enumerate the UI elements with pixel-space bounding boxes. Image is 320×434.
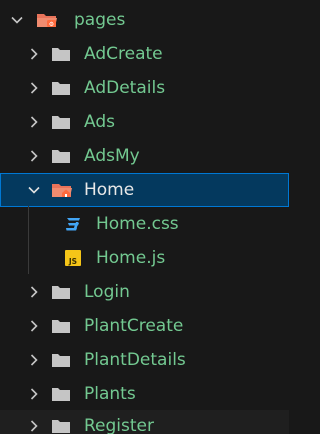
tree-item-label: Home.js — [96, 248, 166, 268]
folder-icon — [52, 116, 70, 129]
folder-home-open-icon — [52, 184, 72, 197]
folder-src-open-icon: ⚙ — [37, 14, 57, 28]
tree-item-ads[interactable]: Ads — [0, 105, 289, 139]
tree-item-label: Login — [84, 282, 130, 302]
tree-item-label: Home.css — [96, 214, 179, 234]
tree-item-plantcreate[interactable]: PlantCreate — [0, 309, 289, 343]
tree-item-label: AdCreate — [84, 44, 163, 64]
chevron-right-icon[interactable] — [26, 46, 42, 62]
folder-icon — [52, 82, 70, 95]
tree-item-home-css[interactable]: Home.css — [0, 207, 289, 241]
js-file-icon: JS — [65, 250, 81, 266]
tree-item-label: Ads — [84, 112, 115, 132]
tree-item-label: AdsMy — [84, 146, 140, 166]
tree-item-pages[interactable]: ⚙ pages — [0, 3, 289, 37]
chevron-right-icon[interactable] — [26, 80, 42, 96]
css-file-icon — [66, 218, 80, 231]
chevron-right-icon[interactable] — [26, 114, 42, 130]
js-icon-text: JS — [68, 257, 77, 266]
folder-icon — [52, 286, 70, 299]
chevron-right-icon[interactable] — [26, 284, 42, 300]
tree-item-label: AdDetails — [84, 78, 166, 98]
tree-item-adcreate[interactable]: AdCreate — [0, 37, 289, 71]
folder-icon — [52, 420, 70, 433]
tree-item-addetails[interactable]: AdDetails — [0, 71, 289, 105]
chevron-right-icon[interactable] — [26, 418, 42, 434]
tree-item-label: Home — [84, 180, 135, 200]
chevron-right-icon[interactable] — [26, 148, 42, 164]
svg-text:⚙: ⚙ — [49, 21, 54, 28]
folder-icon — [52, 354, 70, 367]
folder-icon — [52, 320, 70, 333]
tree-item-plants[interactable]: Plants — [0, 377, 289, 411]
folder-icon — [52, 150, 70, 163]
folder-icon — [52, 388, 70, 401]
tree-item-label: PlantCreate — [84, 316, 184, 336]
tree-item-label: PlantDetails — [84, 350, 186, 370]
chevron-down-icon[interactable] — [9, 12, 25, 28]
chevron-right-icon[interactable] — [26, 352, 42, 368]
tree-item-label: Register — [84, 416, 154, 434]
tree-item-home[interactable]: Home — [0, 173, 289, 207]
tree-item-label: pages — [74, 10, 126, 30]
tree-item-adsmy[interactable]: AdsMy — [0, 139, 289, 173]
file-explorer-tree: ⚙ pages AdCreate AdDetails Ads AdsMy Hom… — [0, 0, 289, 434]
tree-item-register[interactable]: Register — [0, 410, 289, 434]
tree-item-plantdetails[interactable]: PlantDetails — [0, 343, 289, 377]
chevron-right-icon[interactable] — [26, 318, 42, 334]
tree-item-login[interactable]: Login — [0, 275, 289, 309]
chevron-right-icon[interactable] — [26, 386, 42, 402]
chevron-down-icon[interactable] — [26, 182, 42, 198]
tree-item-home-js[interactable]: JS Home.js — [0, 241, 289, 275]
tree-item-label: Plants — [84, 384, 136, 404]
folder-icon — [52, 48, 70, 61]
